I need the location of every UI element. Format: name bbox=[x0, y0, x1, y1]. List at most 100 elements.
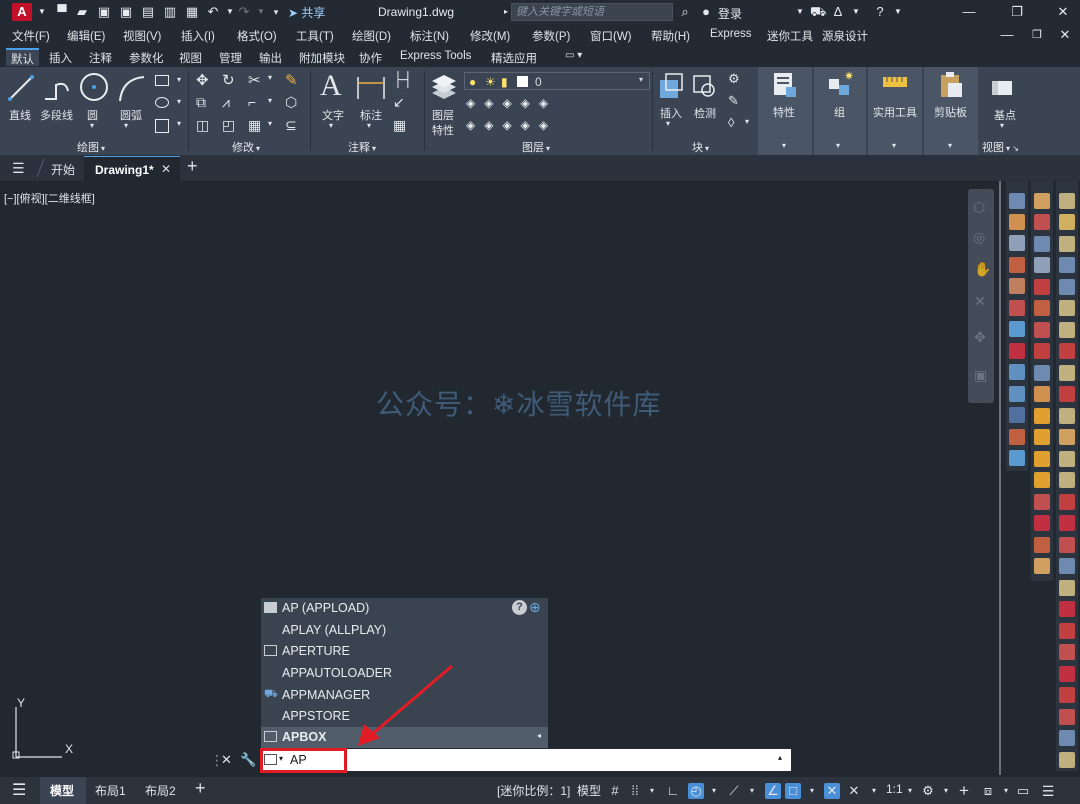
arc-icon[interactable] bbox=[116, 73, 146, 103]
arc-dropdown-icon[interactable]: ▾ bbox=[124, 121, 128, 130]
model-space-toggle[interactable]: 模型 bbox=[577, 782, 601, 799]
toolbar2-btn-4[interactable] bbox=[1034, 257, 1050, 273]
menu-help[interactable]: 帮助(H) bbox=[651, 28, 690, 44]
menu-yuanquan[interactable]: 源泉设计 bbox=[822, 28, 868, 44]
autocomplete-item[interactable]: AP (APPLOAD) ? ⊕ bbox=[261, 598, 548, 619]
customization-menu-icon[interactable]: ☰ bbox=[1040, 783, 1056, 799]
annotation-scale[interactable]: 1:1 bbox=[886, 782, 903, 796]
layout-menu-icon[interactable]: ☰ bbox=[12, 780, 26, 800]
toolbar2-btn-14[interactable] bbox=[1034, 472, 1050, 488]
tab-start[interactable]: 开始 bbox=[51, 161, 75, 178]
toolbar3-btn-22[interactable] bbox=[1059, 644, 1075, 660]
autocomplete-item[interactable]: APERTURE bbox=[261, 641, 548, 662]
array-icon[interactable]: ▦ bbox=[248, 117, 261, 134]
customize-qat-icon[interactable]: ▾ bbox=[268, 4, 284, 20]
orbit-icon[interactable]: ✥ bbox=[974, 329, 986, 346]
polar-tracking-icon[interactable]: ◴ bbox=[688, 783, 704, 799]
toolbar3-btn-4[interactable] bbox=[1059, 257, 1075, 273]
open-web-icon[interactable]: ▤ bbox=[140, 4, 156, 20]
doc-restore-button[interactable]: ❐ bbox=[1022, 26, 1052, 44]
circle-dropdown-icon[interactable]: ▾ bbox=[90, 121, 94, 130]
draw-panel-title[interactable]: 绘图 ▾ bbox=[77, 139, 105, 155]
circle-icon[interactable] bbox=[78, 71, 110, 103]
layer-dropdown[interactable]: ● ☀ ▮ 0 ▾ bbox=[464, 72, 650, 90]
line-icon[interactable] bbox=[8, 73, 34, 103]
toolbar3-btn-14[interactable] bbox=[1059, 472, 1075, 488]
doc-close-button[interactable]: ✕ bbox=[1050, 26, 1080, 44]
trim-icon[interactable]: ✂ bbox=[248, 71, 261, 89]
scale-icon[interactable]: ◰ bbox=[222, 117, 235, 134]
layer-on-icon[interactable]: ● bbox=[469, 75, 476, 89]
auto-scale-icon[interactable]: ✕ bbox=[846, 783, 862, 799]
app-menu-chevron-icon[interactable]: ▼ bbox=[34, 4, 50, 20]
fillet-icon[interactable]: ⌐ bbox=[248, 94, 256, 110]
toolbar3-btn-27[interactable] bbox=[1059, 752, 1075, 768]
save-as-icon[interactable]: ▣ bbox=[118, 4, 134, 20]
toolbar3-btn-26[interactable] bbox=[1059, 730, 1075, 746]
toolbar3-btn-12[interactable] bbox=[1059, 429, 1075, 445]
toolbar-btn-7[interactable] bbox=[1009, 321, 1025, 337]
create-block-icon[interactable]: ⚙ bbox=[728, 71, 740, 87]
osnap-dropdown-icon[interactable]: ▾ bbox=[804, 783, 820, 799]
rotate-icon[interactable]: ↻ bbox=[222, 71, 235, 89]
dim-dropdown-icon[interactable]: ▾ bbox=[367, 121, 371, 130]
doc-minimize-button[interactable]: — bbox=[992, 26, 1022, 44]
object-snap-tracking-icon[interactable]: ∠ bbox=[765, 783, 781, 799]
toolbar-btn-12[interactable] bbox=[1009, 429, 1025, 445]
fillet-dropdown-icon[interactable]: ▾ bbox=[268, 96, 272, 105]
isodraft-dropdown-icon[interactable]: ▾ bbox=[744, 783, 760, 799]
tab-collaborate[interactable]: 协作 bbox=[354, 49, 387, 67]
insert-block-icon[interactable] bbox=[658, 72, 684, 100]
toolbar3-btn-15[interactable] bbox=[1059, 494, 1075, 510]
hatch-dropdown-icon[interactable]: ▾ bbox=[177, 119, 181, 128]
toolbar-btn-11[interactable] bbox=[1009, 407, 1025, 423]
trim-dropdown-icon[interactable]: ▾ bbox=[268, 73, 272, 82]
view-panel-title[interactable]: 视图 ▾ ↘ bbox=[982, 139, 1019, 155]
tab-parametric[interactable]: 参数化 bbox=[124, 49, 169, 67]
table-icon[interactable]: ▦ bbox=[393, 117, 406, 134]
new-file-icon[interactable]: ▀ bbox=[54, 4, 70, 20]
stretch-icon[interactable]: ◫ bbox=[196, 117, 209, 134]
toolbar2-btn-10[interactable] bbox=[1034, 386, 1050, 402]
toolbar3-btn-19[interactable] bbox=[1059, 580, 1075, 596]
submenu-arrow-icon[interactable]: ◂ bbox=[537, 731, 541, 740]
help-dropdown-icon[interactable]: ▼ bbox=[890, 4, 906, 20]
polyline-icon[interactable] bbox=[42, 73, 72, 103]
toolbar2-btn-8[interactable] bbox=[1034, 343, 1050, 359]
toolbar-btn-5[interactable] bbox=[1009, 278, 1025, 294]
hamburger-menu-icon[interactable]: ☰ bbox=[12, 160, 25, 177]
block-panel-title[interactable]: 块 ▾ bbox=[692, 139, 709, 155]
menu-tools[interactable]: 工具(T) bbox=[296, 28, 334, 44]
toolbar3-btn-10[interactable] bbox=[1059, 386, 1075, 402]
menu-draw[interactable]: 绘图(D) bbox=[352, 28, 391, 44]
toolbar3-btn-2[interactable] bbox=[1059, 214, 1075, 230]
print-icon[interactable]: ▥ bbox=[162, 4, 178, 20]
object-snap-icon[interactable]: □ bbox=[785, 783, 801, 799]
zoom-extents-icon[interactable]: ✕ bbox=[974, 293, 986, 310]
toolbar2-btn-13[interactable] bbox=[1034, 451, 1050, 467]
store-cart-icon[interactable]: ⛟ bbox=[810, 4, 826, 20]
toolbar2-btn-3[interactable] bbox=[1034, 236, 1050, 252]
menu-insert[interactable]: 插入(I) bbox=[181, 28, 215, 44]
explode-icon[interactable]: ⬡ bbox=[285, 94, 297, 111]
insert-dropdown-icon[interactable]: ▾ bbox=[666, 119, 670, 128]
layer-tools-row-2[interactable]: ◈◈◈◈◈ bbox=[466, 118, 557, 132]
layer-props-label-2[interactable]: 特性 bbox=[432, 122, 454, 138]
edit-attributes-icon[interactable]: ◊ bbox=[728, 115, 734, 130]
toolbar3-btn-7[interactable] bbox=[1059, 322, 1075, 338]
cmdline-close-icon[interactable]: ✕ bbox=[221, 752, 232, 768]
search-icon[interactable]: ⌕ bbox=[677, 4, 693, 20]
steering-wheel-icon[interactable]: ◎ bbox=[973, 229, 985, 246]
tab-output[interactable]: 输出 bbox=[254, 49, 287, 67]
workspace-gear-icon[interactable]: ⚙ bbox=[920, 783, 936, 799]
login-button[interactable]: 登录 bbox=[718, 5, 742, 22]
add-layout-plus-icon[interactable]: + bbox=[195, 778, 206, 799]
layer-properties-icon[interactable] bbox=[430, 75, 458, 101]
help-icon[interactable]: ? bbox=[872, 4, 888, 20]
user-icon[interactable]: ● bbox=[698, 4, 714, 20]
layers-panel-title[interactable]: 图层 ▾ bbox=[522, 139, 550, 155]
basepoint-icon[interactable] bbox=[990, 75, 1014, 99]
insert-label[interactable]: 插入 bbox=[660, 105, 682, 121]
tab-view[interactable]: 视图 bbox=[174, 49, 207, 67]
layer-tools-row-1[interactable]: ◈◈◈◈◈ bbox=[466, 96, 557, 110]
